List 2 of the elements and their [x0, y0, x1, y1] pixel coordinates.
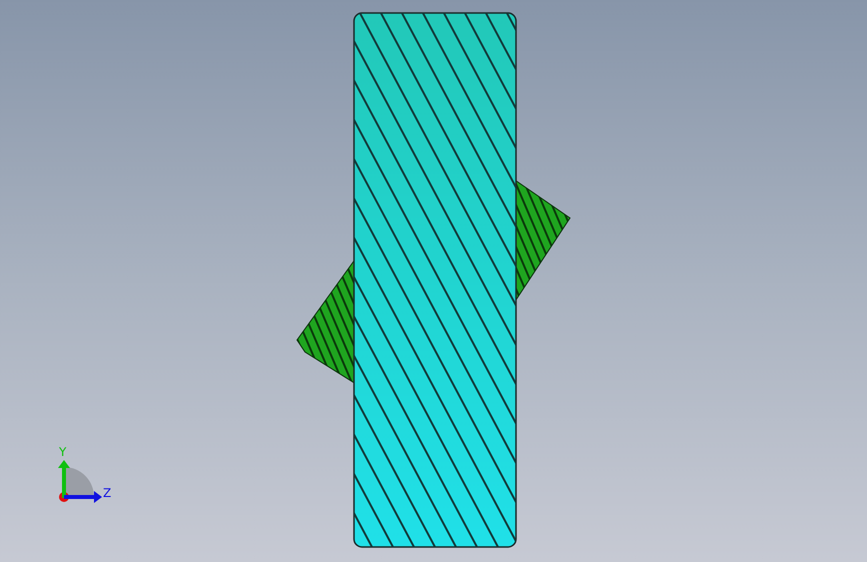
- axis-label: Z: [103, 486, 112, 500]
- axis-label: Y: [59, 445, 66, 459]
